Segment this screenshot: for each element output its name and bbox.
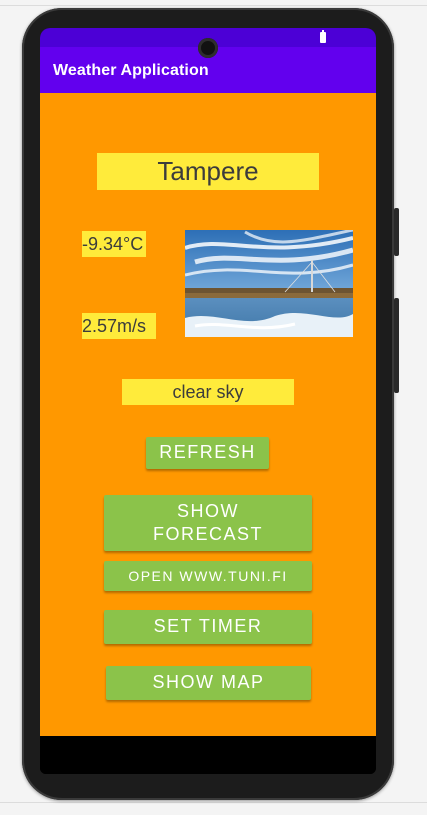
temperature-value: -9.34°C bbox=[82, 231, 146, 257]
show-forecast-button[interactable]: SHOW FORECAST bbox=[104, 495, 312, 551]
set-timer-button[interactable]: SET TIMER bbox=[104, 610, 312, 644]
app-title: Weather Application bbox=[53, 62, 209, 79]
navigation-bar bbox=[40, 736, 376, 774]
device-screen: Weather Application Tampere -9.34°C 2.57… bbox=[40, 28, 376, 774]
bottom-divider bbox=[0, 802, 427, 803]
city-name: Tampere bbox=[97, 153, 319, 190]
open-tuni-button[interactable]: OPEN WWW.TUNI.FI bbox=[104, 561, 312, 591]
battery-icon bbox=[320, 30, 326, 43]
power-button bbox=[394, 208, 399, 256]
show-map-button[interactable]: SHOW MAP bbox=[106, 666, 311, 700]
main-content: Tampere -9.34°C 2.57m/s clear sky REFRES… bbox=[40, 93, 376, 736]
top-divider bbox=[0, 5, 427, 6]
wind-speed-value: 2.57m/s bbox=[82, 313, 156, 339]
front-camera-icon bbox=[198, 38, 218, 58]
weather-description: clear sky bbox=[122, 379, 294, 405]
refresh-button[interactable]: REFRESH bbox=[146, 437, 269, 469]
volume-button bbox=[394, 298, 399, 393]
weather-photo bbox=[185, 230, 353, 337]
